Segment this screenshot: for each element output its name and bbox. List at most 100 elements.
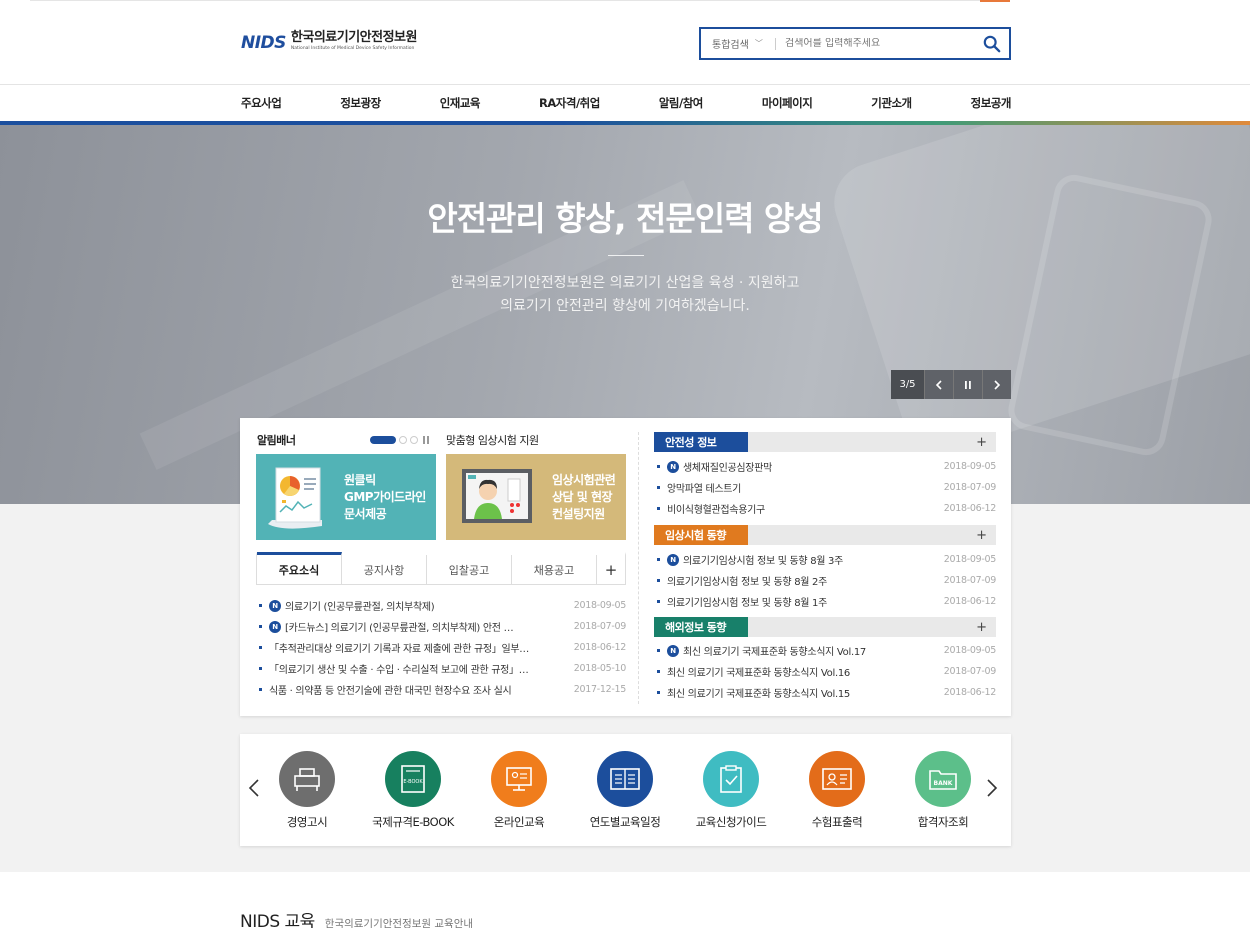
- checklist-icon: [703, 751, 759, 807]
- list-item: 식품 · 의약품 등 안전기술에 관한 대국민 현장수요 조사 실시 2017-…: [256, 679, 626, 700]
- new-badge: N: [667, 644, 679, 657]
- search-icon[interactable]: [983, 35, 1001, 53]
- list-item-title[interactable]: 의료기기임상시험 정보 및 동향 8월 1주: [667, 594, 936, 609]
- banner-dot[interactable]: [410, 436, 418, 444]
- chevron-right-icon: [994, 379, 1001, 390]
- new-badge: N: [667, 553, 679, 566]
- list-item-date: 2018-06-12: [943, 596, 997, 607]
- quick-item-ebook[interactable]: E-BOOK 국제규격E-BOOK: [360, 751, 466, 830]
- hero-subtitle: 한국의료기기안전정보원은 의료기기 산업을 육성 · 지원하고 의료기기 안전관…: [0, 272, 1250, 318]
- overseas-info-header: 해외정보 동향 +: [654, 617, 996, 637]
- clinical-support-label: 맞춤형 임상시험 지원: [446, 434, 539, 447]
- quick-next-button[interactable]: [986, 778, 998, 802]
- banner-text-line: 컨설팅지원: [552, 506, 605, 521]
- bullet: [657, 649, 660, 652]
- nav-item-education[interactable]: 인재교육: [440, 95, 481, 111]
- bullet: [657, 600, 660, 603]
- list-item-title[interactable]: [카드뉴스] 의료기기 (인공무릎관절, 의치부착제) 안전 …: [285, 619, 566, 634]
- id-card-icon: [809, 751, 865, 807]
- next-slide-button[interactable]: [982, 370, 1011, 399]
- list-item-title[interactable]: 의료기기임상시험 정보 및 동향 8월 3주: [683, 552, 936, 567]
- pause-icon: [965, 380, 971, 389]
- nav-item-about[interactable]: 기관소개: [871, 95, 912, 111]
- news-list: N 의료기기 (인공무릎관절, 의치부착제) 2018-09-05 N [카드뉴…: [256, 595, 626, 700]
- quick-item-yearly-schedule[interactable]: 연도별교육일정: [572, 751, 678, 830]
- quick-item-label: 온라인교육: [493, 815, 545, 829]
- quick-item-pass-lookup[interactable]: BANK 합격자조회: [890, 751, 996, 830]
- nav-item-main-business[interactable]: 주요사업: [241, 95, 282, 111]
- list-item: 최신 의료기기 국제표준화 동향소식지 Vol.15 2018-06-12: [654, 682, 996, 703]
- top-border-line: [30, 0, 1010, 1]
- list-item: 비이식형혈관접속용기구 2018-06-12: [654, 498, 996, 519]
- hero-subtitle-line: 한국의료기기안전정보원은 의료기기 산업을 육성 · 지원하고: [450, 275, 800, 291]
- list-item-title[interactable]: 최신 의료기기 국제표준화 동향소식지 Vol.17: [683, 643, 936, 658]
- list-item: N 의료기기 (인공무릎관절, 의치부착제) 2018-09-05: [256, 595, 626, 616]
- nav-item-notice-participation[interactable]: 알림/참여: [659, 95, 704, 111]
- banner-dot-active[interactable]: [370, 436, 396, 444]
- prev-slide-button[interactable]: [924, 370, 953, 399]
- svg-text:BANK: BANK: [934, 780, 953, 787]
- nav-item-info-plaza[interactable]: 정보광장: [340, 95, 381, 111]
- clinical-trend-title: 임상시험 동향: [654, 525, 748, 545]
- bullet: [657, 691, 660, 694]
- document-chart-icon: [268, 467, 322, 529]
- quick-item-label: 국제규격E-BOOK: [372, 815, 454, 829]
- main-content-panel: 알림배너 맞춤형 임상시험 지원 원클릭 GMP가이드라인 문서제공 임상시험관…: [240, 418, 1011, 716]
- clinical-consulting-banner[interactable]: 임상시험관련 상담 및 현장 컨설팅지원: [446, 454, 626, 540]
- search-category-select[interactable]: 통합검색 ﹀: [701, 36, 775, 51]
- list-item-title[interactable]: 앙막파열 테스트기: [667, 480, 936, 495]
- banner-dot[interactable]: [399, 436, 407, 444]
- pause-slide-button[interactable]: [953, 370, 982, 399]
- list-item-title[interactable]: 의료기기 (인공무릎관절, 의치부착제): [285, 598, 566, 613]
- list-item-title[interactable]: 의료기기임상시험 정보 및 동향 8월 2주: [667, 573, 936, 588]
- bullet: [657, 670, 660, 673]
- more-button[interactable]: +: [597, 555, 625, 584]
- more-button[interactable]: +: [976, 528, 987, 543]
- slide-counter: 3/5: [891, 370, 924, 399]
- tab-recruit[interactable]: 채용공고: [512, 555, 597, 585]
- list-item: N 생체재질인공심장판막 2018-09-05: [654, 456, 996, 477]
- list-item-title[interactable]: 「의료기기 생산 및 수출 · 수입 · 수리실적 보고에 관한 규정」…: [269, 661, 566, 676]
- desk-icon: [279, 751, 335, 807]
- site-logo[interactable]: NIDS 한국의료기기안전정보원 National Institute of M…: [241, 30, 417, 53]
- tab-notices[interactable]: 공지사항: [342, 555, 427, 585]
- list-item-title[interactable]: 식품 · 의약품 등 안전기술에 관한 대국민 현장수요 조사 실시: [269, 682, 566, 697]
- list-item: N [카드뉴스] 의료기기 (인공무릎관절, 의치부착제) 안전 … 2018-…: [256, 616, 626, 637]
- more-button[interactable]: +: [976, 435, 987, 450]
- nav-item-mypage[interactable]: 마이페이지: [762, 95, 813, 111]
- tab-bids[interactable]: 입찰공고: [427, 555, 512, 585]
- quick-item-management-notice[interactable]: 경영고시: [254, 751, 360, 830]
- clinical-banner-text: 임상시험관련 상담 및 현장 컨설팅지원: [552, 472, 616, 523]
- list-item-date: 2018-09-05: [943, 461, 997, 472]
- quick-item-label: 연도별교육일정: [589, 815, 661, 829]
- list-item-title[interactable]: 비이식형혈관접속용기구: [667, 501, 936, 516]
- search-category-label: 통합검색: [712, 40, 749, 51]
- nav-item-disclosure[interactable]: 정보공개: [971, 95, 1012, 111]
- list-item: N 최신 의료기기 국제표준화 동향소식지 Vol.17 2018-09-05: [654, 640, 996, 661]
- list-item: N 의료기기임상시험 정보 및 동향 8월 3주 2018-09-05: [654, 549, 996, 570]
- pause-icon[interactable]: [423, 436, 431, 444]
- quick-item-application-guide[interactable]: 교육신청가이드: [678, 751, 784, 830]
- safety-info-title: 안전성 정보: [654, 432, 748, 452]
- nav-item-ra-career[interactable]: RA자격/취업: [539, 95, 600, 111]
- quick-item-label: 수험표출력: [811, 815, 863, 829]
- panel-divider: [638, 432, 639, 704]
- quick-item-admission-ticket[interactable]: 수험표출력: [784, 751, 890, 830]
- list-item: 최신 의료기기 국제표준화 동향소식지 Vol.16 2018-07-09: [654, 661, 996, 682]
- bullet: [657, 486, 660, 489]
- hero-divider: [608, 255, 644, 256]
- list-item-title[interactable]: 생체재질인공심장판막: [683, 459, 936, 474]
- more-button[interactable]: +: [976, 620, 987, 635]
- list-item: 「의료기기 생산 및 수출 · 수입 · 수리실적 보고에 관한 규정」… 20…: [256, 658, 626, 679]
- list-item-title[interactable]: 최신 의료기기 국제표준화 동향소식지 Vol.15: [667, 685, 936, 700]
- list-item-title[interactable]: 「추적관리대상 의료기기 기록과 자료 제출에 관한 규정」일부…: [269, 640, 566, 655]
- quick-item-online-education[interactable]: 온라인교육: [466, 751, 572, 830]
- search-input[interactable]: [776, 38, 966, 49]
- gmp-guideline-banner[interactable]: 원클릭 GMP가이드라인 문서제공: [256, 454, 436, 540]
- chevron-down-icon: ﹀: [754, 39, 763, 48]
- list-item-title[interactable]: 최신 의료기기 국제표준화 동향소식지 Vol.16: [667, 664, 936, 679]
- tab-main-news[interactable]: 주요소식: [257, 552, 342, 585]
- quick-item-label: 합격자조회: [917, 815, 969, 829]
- chevron-right-icon: [987, 779, 998, 797]
- new-badge: N: [269, 599, 281, 612]
